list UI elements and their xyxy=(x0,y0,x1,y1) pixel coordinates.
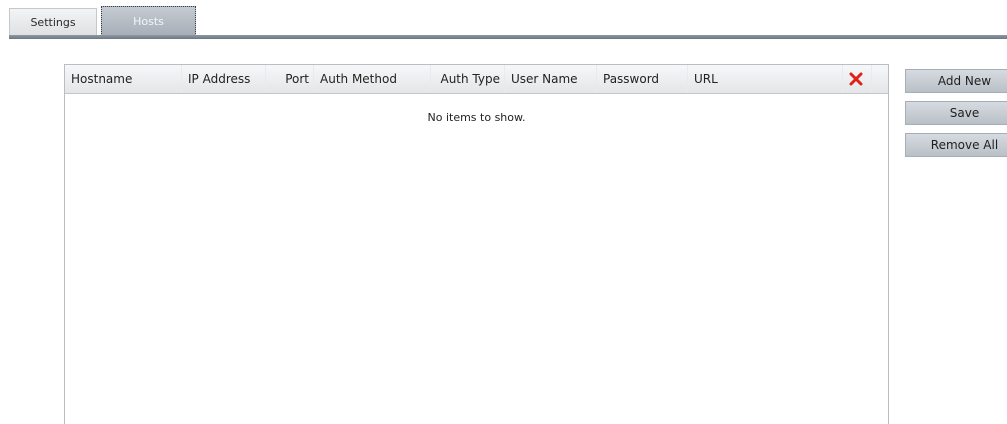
add-new-button[interactable]: Add New xyxy=(905,69,1007,93)
delete-column-header[interactable] xyxy=(843,65,869,93)
column-header-auth-type[interactable]: Auth Type xyxy=(431,65,505,93)
red-x-icon xyxy=(849,72,863,86)
tab-bar: Settings Hosts xyxy=(0,0,1007,40)
column-header-port[interactable]: Port xyxy=(266,65,314,93)
column-header-ip-address[interactable]: IP Address xyxy=(182,65,266,93)
hosts-grid: Hostname IP Address Port Auth Method Aut… xyxy=(64,64,889,424)
tab-settings[interactable]: Settings xyxy=(9,8,97,35)
column-header-url[interactable]: URL xyxy=(688,65,843,93)
empty-message: No items to show. xyxy=(427,111,526,124)
column-header-hostname[interactable]: Hostname xyxy=(65,65,182,93)
save-button[interactable]: Save xyxy=(905,101,1007,125)
tab-hosts[interactable]: Hosts xyxy=(101,6,196,36)
column-header-password[interactable]: Password xyxy=(597,65,688,93)
scrollbar-header-spacer xyxy=(871,65,888,93)
tab-underline xyxy=(9,35,1007,39)
remove-all-button[interactable]: Remove All xyxy=(905,133,1007,157)
column-header-user-name[interactable]: User Name xyxy=(505,65,597,93)
grid-body: No items to show. xyxy=(65,94,888,424)
grid-header: Hostname IP Address Port Auth Method Aut… xyxy=(65,65,888,94)
column-header-auth-method[interactable]: Auth Method xyxy=(314,65,431,93)
